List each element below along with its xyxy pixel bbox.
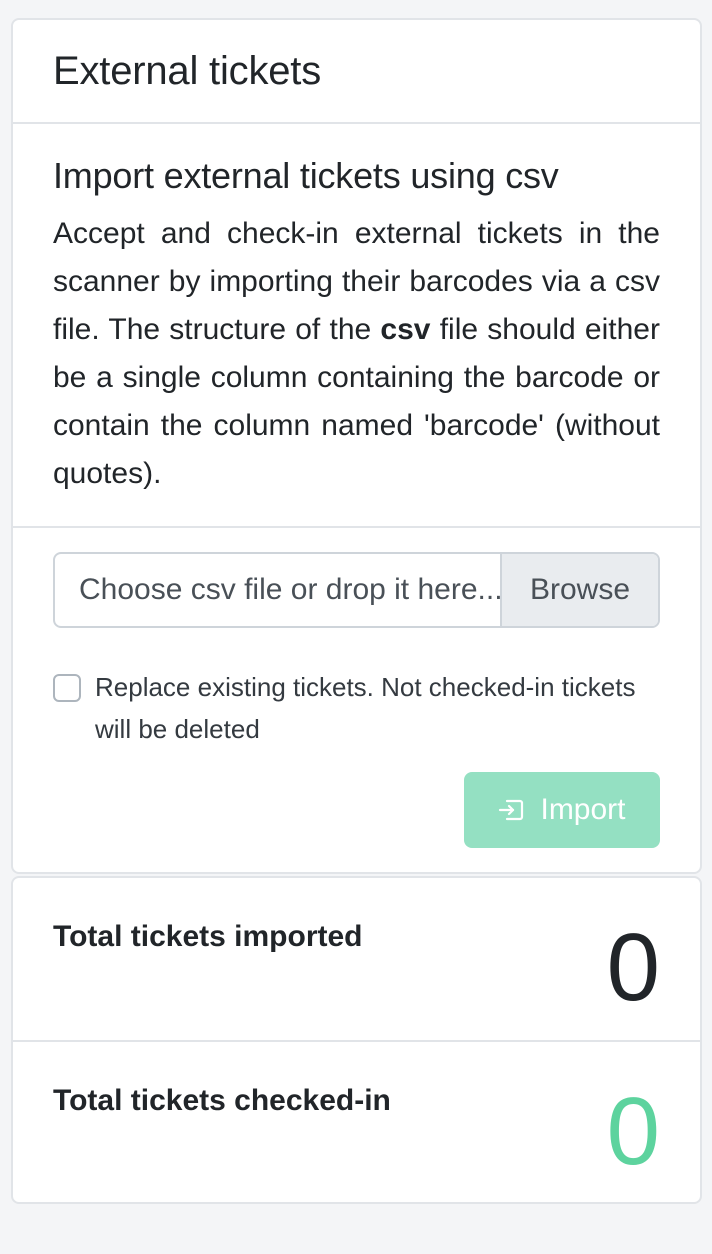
replace-tickets-option: Replace existing tickets. Not checked-in… <box>53 668 660 750</box>
browse-button[interactable]: Browse <box>500 554 658 626</box>
external-tickets-card: External tickets Import external tickets… <box>11 18 702 874</box>
stat-imported: Total tickets imported 0 <box>13 878 700 1040</box>
stat-checked-in: Total tickets checked-in 0 <box>13 1040 700 1202</box>
import-intro-section: Import external tickets using csv Accept… <box>13 124 700 528</box>
file-input-placeholder[interactable]: Choose csv file or drop it here... <box>55 554 500 626</box>
import-description: Accept and check-in external tickets in … <box>53 210 660 498</box>
import-form: Choose csv file or drop it here... Brows… <box>13 528 700 872</box>
import-button-row: Import <box>53 772 660 848</box>
stat-imported-label: Total tickets imported <box>53 920 363 953</box>
card-header: External tickets <box>13 20 700 124</box>
card-title: External tickets <box>53 48 322 93</box>
stat-imported-value: 0 <box>606 914 660 1021</box>
ticket-stats-card: Total tickets imported 0 Total tickets c… <box>11 876 702 1204</box>
stat-checked-in-label: Total tickets checked-in <box>53 1084 391 1117</box>
csv-file-input[interactable]: Choose csv file or drop it here... Brows… <box>53 552 660 628</box>
description-bold-csv: csv <box>380 313 431 346</box>
replace-tickets-label[interactable]: Replace existing tickets. Not checked-in… <box>95 666 660 750</box>
section-title: Import external tickets using csv <box>53 155 559 196</box>
import-icon <box>498 798 524 822</box>
import-button-label: Import <box>540 793 626 826</box>
stat-checked-in-value: 0 <box>606 1078 660 1185</box>
page: External tickets Import external tickets… <box>0 0 712 1254</box>
replace-tickets-checkbox[interactable] <box>53 674 81 702</box>
import-button[interactable]: Import <box>464 772 660 848</box>
